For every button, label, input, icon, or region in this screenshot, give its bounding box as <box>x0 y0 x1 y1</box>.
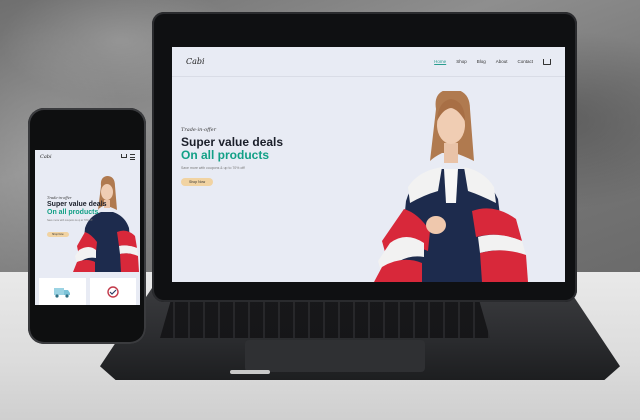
order-icon <box>107 285 119 298</box>
laptop-front-light <box>230 370 270 374</box>
phone-hero-tagline: Trade-in-offer <box>47 196 72 200</box>
feature-tile-order[interactable] <box>89 278 136 305</box>
menu-icon[interactable] <box>130 154 135 160</box>
shop-now-button[interactable]: Shop Now <box>181 178 214 186</box>
laptop-screen: Cabi Home Shop Blog About Contact Trade-… <box>172 47 565 282</box>
shipping-icon <box>54 287 71 298</box>
phone-site-logo[interactable]: Cabi <box>40 154 52 160</box>
hero-text-block: Trade-in-offer Super value deals On all … <box>181 127 283 188</box>
nav-link-contact[interactable]: Contact <box>517 59 533 64</box>
cart-icon[interactable] <box>121 154 127 158</box>
phone-shop-now-button[interactable]: Shop Now <box>47 232 69 237</box>
laptop-trackpad <box>245 340 425 372</box>
site-navbar: Cabi Home Shop Blog About Contact <box>172 47 565 77</box>
phone-hero-headline-line2: On all products <box>47 209 99 216</box>
phone-nav-icons <box>121 154 135 160</box>
feature-tiles <box>35 278 140 305</box>
phone-screen: Cabi Trade-in-offer Super value deals On… <box>35 150 140 305</box>
nav-links: Home Shop Blog About Contact <box>434 58 551 65</box>
hero-model-image <box>374 91 528 282</box>
cart-icon[interactable] <box>543 58 551 65</box>
site-logo[interactable]: Cabi <box>186 57 205 66</box>
hero-headline-line2: On all products <box>181 148 270 162</box>
phone-hero-headline-line1: Super value deals <box>47 201 107 208</box>
phone-hero-description: Save more with coupons & up to 70% off! <box>47 219 93 222</box>
hero-description: Save more with coupons & up to 70% off! <box>181 166 246 170</box>
hero-tagline: Trade-in-offer <box>181 127 216 133</box>
phone-hero-text-block: Trade-in-offer Super value deals On all … <box>47 196 107 240</box>
nav-link-shop[interactable]: Shop <box>456 59 467 64</box>
nav-link-about[interactable]: About <box>496 59 508 64</box>
phone-navbar: Cabi <box>35 150 140 164</box>
nav-link-blog[interactable]: Blog <box>477 59 486 64</box>
nav-link-home[interactable]: Home <box>434 59 446 64</box>
feature-tile-shipping[interactable] <box>39 278 86 305</box>
